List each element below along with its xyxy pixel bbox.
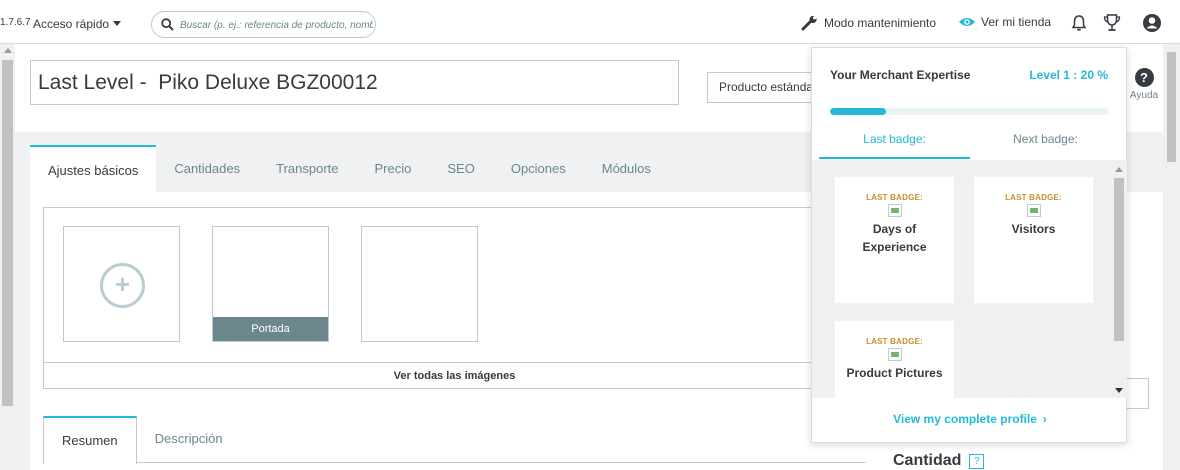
add-image-dropzone[interactable]: +: [63, 226, 180, 342]
tab-description[interactable]: Descripción: [137, 416, 241, 464]
view-profile-link[interactable]: View my complete profile ›: [812, 412, 1128, 426]
badge-card: LAST BADGE: Visitors: [974, 177, 1093, 303]
tab-price[interactable]: Precio: [357, 145, 430, 192]
search-icon: [161, 18, 174, 31]
badge-card: LAST BADGE: Days of Experience: [835, 177, 954, 303]
tab-quantities[interactable]: Cantidades: [156, 145, 258, 192]
tab-options[interactable]: Opciones: [493, 145, 584, 192]
badge-name: Product Pictures: [846, 366, 943, 380]
tab-next-badge[interactable]: Next badge:: [970, 126, 1121, 159]
maintenance-label: Modo mantenimiento: [824, 16, 937, 30]
badge-label: LAST BADGE:: [866, 337, 923, 346]
quick-access-label: Acceso rápido: [33, 17, 110, 31]
product-name-input[interactable]: Last Level - Piko Deluxe BGZ00012: [30, 60, 679, 105]
badge-list-scrollbar[interactable]: [1111, 162, 1127, 398]
description-tabs: Resumen Descripción: [43, 416, 241, 464]
product-tabs: Ajustes básicos Cantidades Transporte Pr…: [30, 145, 669, 192]
scrollbar-thumb[interactable]: [1114, 178, 1124, 341]
quantity-section-title: Cantidad ?: [893, 452, 985, 470]
quantity-title: Cantidad: [893, 452, 962, 469]
tab-basic-settings[interactable]: Ajustes básicos: [30, 145, 157, 192]
right-scrollbar[interactable]: [1163, 44, 1180, 470]
badge-name: Days of Experience: [862, 222, 927, 254]
search-input[interactable]: [180, 16, 373, 34]
user-account-icon[interactable]: [1142, 13, 1162, 33]
bell-icon[interactable]: [1071, 14, 1087, 32]
help-label: Ayuda: [1129, 90, 1159, 101]
scrollbar-thumb[interactable]: [2, 60, 13, 406]
tab-seo[interactable]: SEO: [429, 145, 492, 192]
badge-name: Visitors: [1011, 222, 1056, 236]
broken-image-icon: [887, 204, 902, 217]
broken-image-icon: [887, 348, 902, 361]
eye-icon: [959, 18, 975, 26]
partial-input-field[interactable]: [1125, 378, 1149, 409]
chevron-right-icon: ›: [1042, 412, 1047, 426]
help-tooltip-icon[interactable]: ?: [969, 453, 985, 469]
tab-last-badge[interactable]: Last badge:: [819, 126, 970, 159]
scroll-up-arrow-icon[interactable]: [4, 48, 12, 53]
tab-modules[interactable]: Módulos: [584, 145, 669, 192]
quick-access-menu[interactable]: Acceso rápido: [33, 17, 122, 31]
scroll-down-arrow-icon[interactable]: [1115, 388, 1123, 393]
product-type-select[interactable]: Producto estándar: [707, 72, 827, 103]
add-circle-icon: +: [100, 263, 145, 308]
view-store-label: Ver mi tienda: [981, 15, 1052, 29]
help-button[interactable]: ? Ayuda: [1126, 68, 1162, 101]
badge-label: LAST BADGE:: [866, 193, 923, 202]
cover-label: Portada: [213, 317, 328, 341]
expertise-progress-bar: [830, 108, 1109, 115]
tab-shipping[interactable]: Transporte: [258, 145, 356, 192]
maintenance-mode-link[interactable]: Modo mantenimiento: [801, 15, 936, 31]
see-all-images-link[interactable]: Ver todas las imágenes: [43, 362, 866, 389]
badge-card: LAST BADGE: Product Pictures: [835, 321, 954, 398]
badge-list: LAST BADGE: Days of Experience LAST BADG…: [812, 160, 1127, 398]
scrollbar-thumb[interactable]: [1167, 52, 1176, 162]
expertise-title: Your Merchant Expertise: [830, 68, 971, 82]
left-scrollbar[interactable]: [0, 44, 15, 470]
view-profile-label: View my complete profile: [893, 412, 1037, 426]
view-store-link[interactable]: Ver mi tienda: [958, 15, 1051, 29]
help-icon: ?: [1134, 68, 1154, 87]
search-box[interactable]: [151, 11, 376, 38]
top-header: 1.7.6.7 Acceso rápido Modo mantenimiento…: [0, 0, 1180, 44]
tab-summary[interactable]: Resumen: [43, 416, 137, 464]
caret-down-icon: [113, 21, 122, 26]
image-thumbnail[interactable]: [361, 226, 478, 342]
merchant-expertise-dropdown: Your Merchant Expertise Level 1 : 20 % L…: [811, 47, 1127, 443]
version-label: 1.7.6.7: [0, 17, 31, 28]
broken-image-icon: [1026, 204, 1041, 217]
badge-label: LAST BADGE:: [1005, 193, 1062, 202]
trophy-icon[interactable]: [1103, 13, 1121, 33]
scroll-up-arrow-icon[interactable]: [1115, 167, 1123, 172]
expertise-level: Level 1 : 20 %: [1029, 68, 1108, 82]
tab-divider: [136, 462, 866, 463]
badge-tabs: Last badge: Next badge:: [819, 126, 1121, 159]
wrench-icon: [801, 15, 817, 31]
image-thumbnail[interactable]: Portada: [212, 226, 329, 342]
progress-fill: [830, 108, 886, 115]
